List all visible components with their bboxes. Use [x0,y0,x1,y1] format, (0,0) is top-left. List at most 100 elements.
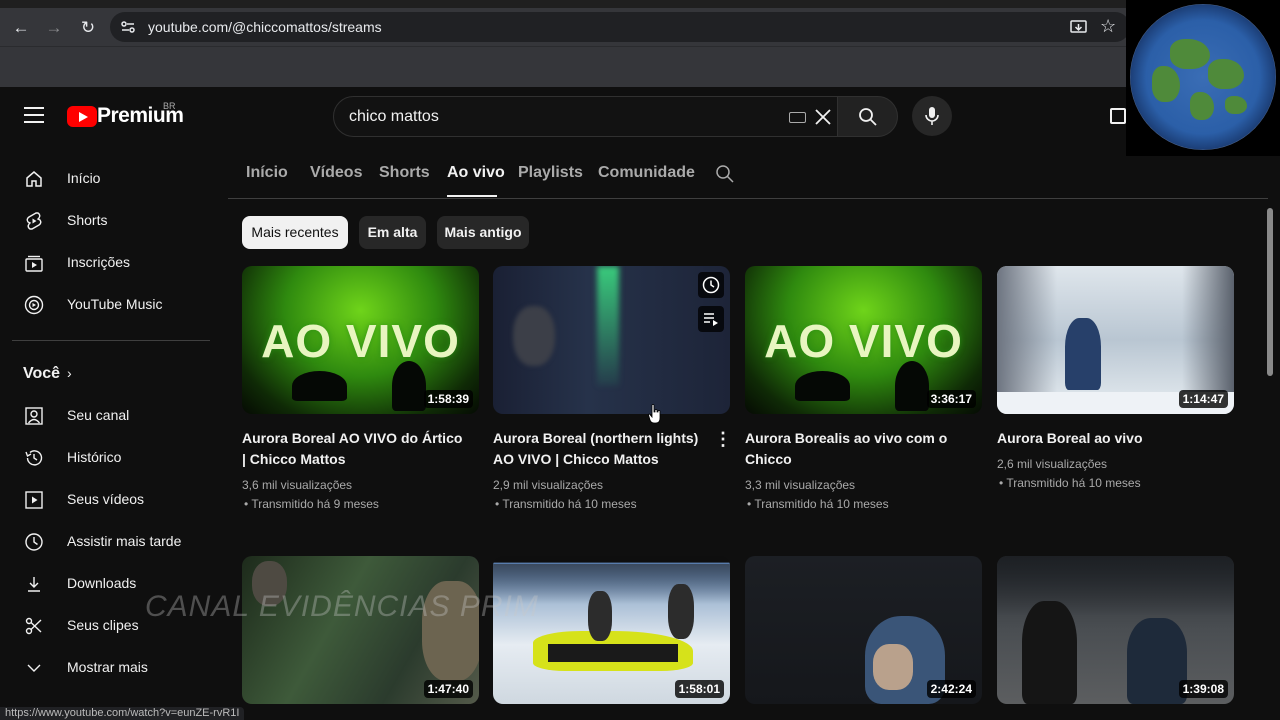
sidebar-item-label: YouTube Music [67,296,163,312]
video-duration: 1:47:40 [423,680,473,698]
video-duration: 1:39:08 [1178,680,1228,698]
video-views: 3,3 mil visualizações [745,478,856,492]
sidebar-item-label: Assistir mais tarde [67,533,182,549]
sidebar-item-label: Downloads [67,575,137,591]
video-duration: 1:58:39 [423,390,473,408]
browser-toolbar: ← → ↻ youtube.com/@chiccomattos/streams … [0,8,1280,46]
menu-icon[interactable] [24,107,44,123]
clock-icon [702,276,720,294]
video-thumbnail[interactable]: 1:58:01 [493,556,730,704]
sidebar-item-shorts[interactable]: Shorts [12,201,212,241]
you-section-heading[interactable]: Você [23,365,60,383]
tab-shorts[interactable]: Shorts [379,164,430,182]
tab-ao-vivo[interactable]: Ao vivo [447,164,505,182]
sidebar-item-label: Mostrar mais [67,659,148,675]
search-button[interactable] [837,96,898,137]
site-settings-icon[interactable] [120,19,136,35]
sidebar-item-historico[interactable]: Histórico [12,438,212,478]
mouse-pointer-icon [648,404,661,424]
video-age: • Transmitido há 10 meses [999,476,1141,490]
flat-earth-globe-image [1130,4,1276,150]
video-title[interactable]: Aurora Boreal (northern lights) AO VIVO … [493,428,718,470]
sidebar-item-youtube-music[interactable]: YouTube Music [12,285,212,325]
chevron-right-icon[interactable]: › [67,365,72,381]
video-thumbnail[interactable] [493,266,730,414]
sidebar-item-seu-canal[interactable]: Seu canal [12,396,212,436]
voice-search-button[interactable] [912,96,952,136]
video-thumbnail[interactable]: AO VIVO 3:36:17 [745,266,982,414]
tab-inicio[interactable]: Início [246,164,288,182]
sidebar-item-label: Histórico [67,449,122,465]
forward-arrow-icon[interactable]: → [42,16,66,40]
sidebar-item-label: Seus clipes [67,617,139,633]
sidebar-item-seus-videos[interactable]: Seus vídeos [12,480,212,520]
sidebar-item-label: Seu canal [67,407,130,423]
search-query[interactable]: chico mattos [349,108,439,126]
sidebar-item-mostrar-mais[interactable]: Mostrar mais [12,648,212,688]
keyboard-icon[interactable] [789,112,806,123]
subscriptions-icon [25,255,43,272]
clips-icon [25,617,42,635]
video-thumbnail[interactable]: AO VIVO 1:58:39 [242,266,479,414]
video-thumbnail[interactable]: 2:42:24 [745,556,982,704]
clear-search-icon[interactable] [812,106,834,128]
video-duration: 3:36:17 [926,390,976,408]
create-icon[interactable] [1110,108,1126,124]
chip-em-alta[interactable]: Em alta [359,216,426,249]
tab-playlists[interactable]: Playlists [518,164,583,182]
channel-tabs: Início Vídeos Shorts Ao vivo Playlists C… [228,147,1268,199]
channel-watermark: CANAL EVIDÊNCIAS PRIM [145,590,539,623]
address-bar[interactable]: youtube.com/@chiccomattos/streams ☆ [110,12,1130,42]
video-thumbnail[interactable]: 1:14:47 [997,266,1234,414]
sidebar-item-assistir-mais-tarde[interactable]: Assistir mais tarde [12,522,212,562]
more-options-icon[interactable]: ⋮ [714,430,732,450]
thumbnail-text: AO VIVO [764,315,963,367]
sidebar-divider [12,340,210,341]
active-tab-indicator [447,195,497,197]
youtube-logo-icon[interactable] [67,106,97,127]
sidebar-item-inscricoes[interactable]: Inscrições [12,243,212,283]
sidebar-item-inicio[interactable]: Início [12,159,212,199]
watch-later-icon [25,533,43,551]
sidebar-item-label: Início [67,170,101,186]
video-title[interactable]: Aurora Boreal ao vivo [997,428,1222,449]
sidebar: Início Shorts Inscrições YouTube Music V… [0,147,228,720]
browser-bookmarks-bar [0,46,1280,87]
sidebar-item-label: Shorts [67,212,108,228]
reload-icon[interactable]: ↻ [76,16,100,40]
page-scrollbar[interactable] [1267,208,1273,376]
sidebar-item-label: Inscrições [67,254,131,270]
tab-comunidade[interactable]: Comunidade [598,164,695,182]
chip-mais-antigo[interactable]: Mais antigo [437,216,529,249]
queue-icon [704,313,718,326]
status-bar-url: https://www.youtube.com/watch?v=eunZE-rv… [0,707,245,720]
search-input[interactable]: chico mattos [333,96,838,137]
video-duration: 2:42:24 [926,680,976,698]
video-title[interactable]: Aurora Borealis ao vivo com o Chicco [745,428,970,470]
video-duration: 1:58:01 [674,680,724,698]
bookmark-star-icon[interactable]: ☆ [1100,16,1116,37]
video-title[interactable]: Aurora Boreal AO VIVO do Ártico | Chicco… [242,428,467,470]
video-thumbnail[interactable]: 1:47:40 [242,556,479,704]
region-code: BR [163,101,176,111]
watch-later-button[interactable] [698,272,724,298]
install-app-icon[interactable] [1070,19,1087,36]
url-text[interactable]: youtube.com/@chiccomattos/streams [148,19,382,35]
your-videos-icon [25,491,43,509]
video-views: 2,9 mil visualizações [493,478,604,492]
home-icon [26,171,42,187]
channel-search-icon[interactable] [715,164,735,184]
chevron-down-icon [27,664,41,672]
youtube-music-icon [24,295,44,315]
history-icon [25,450,43,466]
video-age: • Transmitido há 10 meses [747,497,889,511]
add-to-queue-button[interactable] [698,306,724,332]
thumbnail-text: AO VIVO [261,315,460,367]
tab-videos[interactable]: Vídeos [310,164,362,182]
back-arrow-icon[interactable]: ← [9,16,33,40]
sidebar-item-label: Seus vídeos [67,491,145,507]
video-thumbnail[interactable]: 1:39:08 [997,556,1234,704]
globe-overlay [1126,0,1280,156]
video-age: • Transmitido há 10 meses [495,497,637,511]
chip-mais-recentes[interactable]: Mais recentes [242,216,348,249]
